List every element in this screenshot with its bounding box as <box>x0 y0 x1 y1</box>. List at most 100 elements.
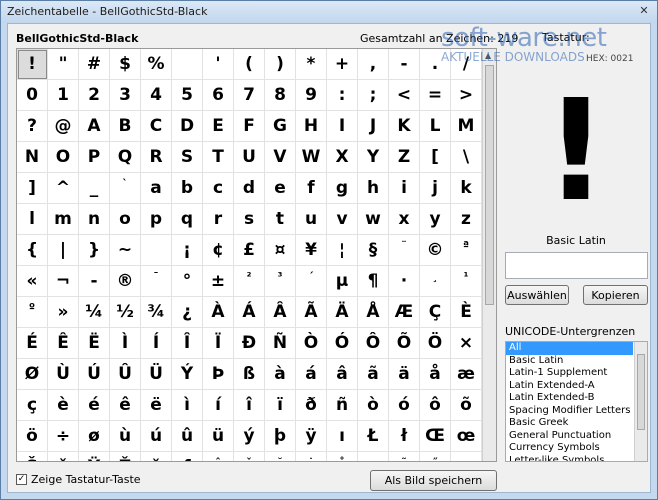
char-cell[interactable]: ° <box>172 266 203 297</box>
char-cell[interactable]: \ <box>451 142 482 173</box>
range-list-item[interactable]: General Punctuation <box>506 430 647 443</box>
char-cell[interactable]: ó <box>389 390 420 421</box>
char-cell[interactable]: ¿ <box>172 297 203 328</box>
char-cell[interactable]: . <box>420 49 451 80</box>
char-cell[interactable]: û <box>172 421 203 452</box>
char-cell[interactable]: ½ <box>110 297 141 328</box>
close-icon[interactable]: ✕ <box>637 4 651 18</box>
char-cell[interactable]: m <box>48 204 79 235</box>
char-cell[interactable]: * <box>296 49 327 80</box>
char-cell[interactable]: p <box>141 204 172 235</box>
char-cell[interactable]: 1 <box>48 80 79 111</box>
char-cell[interactable]: P <box>79 142 110 173</box>
range-list-item[interactable]: Latin-1 Supplement <box>506 367 647 380</box>
select-button[interactable]: Auswählen <box>505 285 569 305</box>
char-cell[interactable]: Ñ <box>265 328 296 359</box>
range-list-scrollbar[interactable] <box>634 342 647 461</box>
char-cell[interactable]: ` <box>110 173 141 204</box>
char-cell[interactable]: = <box>420 80 451 111</box>
char-cell[interactable]: Ð <box>234 328 265 359</box>
char-cell[interactable]: Ã <box>296 297 327 328</box>
char-cell[interactable]: ë <box>141 390 172 421</box>
char-cell[interactable]: å <box>420 359 451 390</box>
char-cell[interactable]: ¨ <box>389 235 420 266</box>
char-cell[interactable]: Þ <box>203 359 234 390</box>
range-list-scrollbar-thumb[interactable] <box>637 354 645 430</box>
char-cell[interactable]: F <box>234 111 265 142</box>
char-cell[interactable]: s <box>234 204 265 235</box>
char-cell[interactable]: ¹ <box>451 266 482 297</box>
char-cell[interactable]: 0 <box>17 80 48 111</box>
show-key-checkbox-row[interactable]: ✓ Zeige Tastatur-Taste <box>16 473 141 486</box>
char-cell[interactable]: Ü <box>141 359 172 390</box>
char-cell[interactable]: I <box>327 111 358 142</box>
char-cell[interactable]: ¼ <box>79 297 110 328</box>
char-cell[interactable]: ˆ <box>203 452 234 461</box>
char-cell[interactable]: ƒ <box>172 452 203 461</box>
char-cell[interactable]: ý <box>234 421 265 452</box>
char-cell[interactable]: À <box>203 297 234 328</box>
char-cell[interactable]: ı <box>327 421 358 452</box>
char-cell[interactable]: X <box>327 142 358 173</box>
char-cell[interactable]: # <box>79 49 110 80</box>
char-cell[interactable]: Ù <box>48 359 79 390</box>
char-cell[interactable]: + <box>327 49 358 80</box>
char-cell[interactable]: x <box>389 204 420 235</box>
char-cell[interactable]: Å <box>358 297 389 328</box>
char-cell[interactable]: ø <box>79 421 110 452</box>
char-cell[interactable]: A <box>79 111 110 142</box>
char-cell[interactable]: H <box>296 111 327 142</box>
char-cell[interactable]: õ <box>451 390 482 421</box>
char-cell[interactable]: Z <box>389 142 420 173</box>
char-cell[interactable]: Q <box>110 142 141 173</box>
char-cell[interactable]: » <box>48 297 79 328</box>
char-cell[interactable]: 5 <box>172 80 203 111</box>
char-cell[interactable]: / <box>451 49 482 80</box>
char-cell[interactable]: 9 <box>296 80 327 111</box>
show-key-checkbox[interactable]: ✓ <box>16 474 27 485</box>
char-cell[interactable]: 3 <box>110 80 141 111</box>
char-cell[interactable]: | <box>48 235 79 266</box>
char-cell[interactable]: £ <box>234 235 265 266</box>
grid-scrollbar[interactable]: ▲ <box>482 49 496 461</box>
char-cell[interactable]: ï <box>265 390 296 421</box>
char-cell[interactable]: g <box>327 173 358 204</box>
range-list-item[interactable]: Latin Extended-B <box>506 392 647 405</box>
char-cell[interactable]: < <box>389 80 420 111</box>
char-cell[interactable]: Š <box>17 452 48 461</box>
char-cell[interactable]: Î <box>172 328 203 359</box>
char-cell[interactable]: ˜ <box>389 452 420 461</box>
char-cell[interactable]: Û <box>110 359 141 390</box>
char-cell[interactable]: ³ <box>265 266 296 297</box>
char-cell[interactable]: É <box>17 328 48 359</box>
char-cell[interactable]: r <box>203 204 234 235</box>
char-cell[interactable]: M <box>451 111 482 142</box>
char-cell[interactable]: Ó <box>327 328 358 359</box>
char-cell[interactable]: d <box>234 173 265 204</box>
char-cell[interactable]: 7 <box>234 80 265 111</box>
char-cell[interactable]: " <box>48 49 79 80</box>
char-cell[interactable]: ^ <box>48 173 79 204</box>
scroll-up-icon[interactable]: ▲ <box>485 51 491 60</box>
char-cell[interactable]: ÷ <box>48 421 79 452</box>
char-cell[interactable]: v <box>327 204 358 235</box>
char-cell[interactable]: ) <box>265 49 296 80</box>
char-cell[interactable]: B <box>110 111 141 142</box>
char-cell[interactable]: ü <box>203 421 234 452</box>
char-cell[interactable]: ¶ <box>358 266 389 297</box>
char-cell[interactable]: O <box>48 142 79 173</box>
char-cell[interactable]: h <box>358 173 389 204</box>
char-cell[interactable]: ¯ <box>141 266 172 297</box>
char-cell[interactable]: Œ <box>420 421 451 452</box>
char-cell[interactable]: ! <box>17 49 48 80</box>
char-cell[interactable]: æ <box>451 359 482 390</box>
char-cell[interactable]: } <box>79 235 110 266</box>
char-cell[interactable]: ± <box>203 266 234 297</box>
char-cell[interactable]: u <box>296 204 327 235</box>
range-list-item[interactable]: Spacing Modifier Letters <box>506 405 647 418</box>
char-cell[interactable]: $ <box>110 49 141 80</box>
char-cell[interactable]: â <box>327 359 358 390</box>
char-cell[interactable]: Ë <box>79 328 110 359</box>
char-cell[interactable]: , <box>358 49 389 80</box>
char-cell[interactable]: D <box>172 111 203 142</box>
